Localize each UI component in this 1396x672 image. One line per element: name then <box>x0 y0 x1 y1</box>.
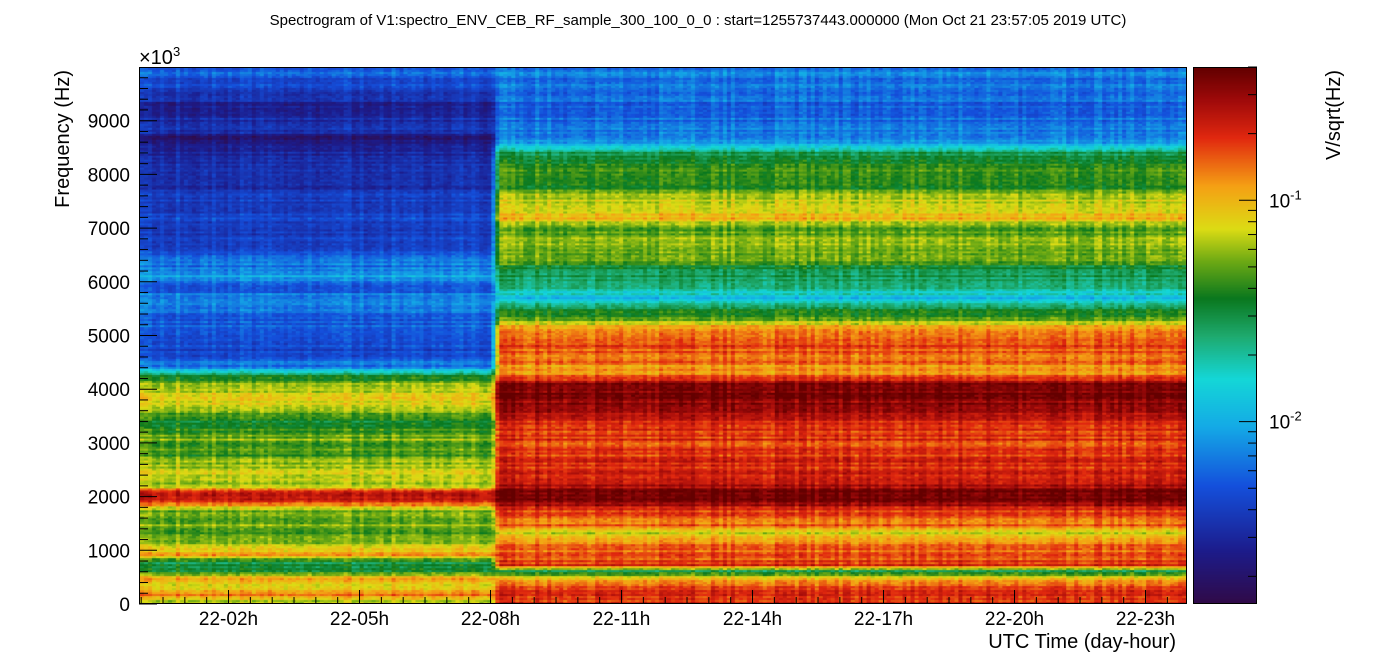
y-tick-label: 2000 <box>88 488 130 509</box>
y-tick-label: 5000 <box>88 327 130 348</box>
x-tick-label: 22-11h <box>593 609 651 630</box>
x-tick-label: 22-14h <box>723 609 782 630</box>
colorbar-tick-exponent: -2 <box>1290 409 1302 424</box>
y-axis-multiplier: ×103 <box>139 44 180 69</box>
y-axis-title: Frequency (Hz) <box>52 70 74 208</box>
x-axis-ticks: 22-02h 22-05h 22-08h 22-11h 22-14h 22-17h 22-2… <box>140 590 1175 630</box>
x-tick-label: 22-20h <box>985 609 1044 630</box>
colorbar-tick-base: 10 <box>1269 191 1290 212</box>
y-tick-label: 4000 <box>88 380 130 401</box>
x-tick-label: 22-17h <box>854 609 913 630</box>
y-tick-label: 6000 <box>88 273 130 294</box>
y-tick-label: 0 <box>119 595 130 616</box>
colorbar-tick-base: 10 <box>1269 413 1290 434</box>
y-tick-label: 8000 <box>88 165 130 186</box>
x-axis-title: UTC Time (day-hour) <box>988 631 1176 653</box>
x-tick-label: 22-08h <box>461 609 520 630</box>
y-tick-label: 9000 <box>88 112 130 133</box>
y-axis-multiplier-exponent: 3 <box>173 44 180 59</box>
colorbar-tick-label: 10-1 <box>1269 187 1302 212</box>
chart-axes: 22-02h 22-05h 22-08h 22-11h 22-14h 22-17h 22-2… <box>52 44 1345 653</box>
x-tick-label: 22-02h <box>199 609 258 630</box>
y-tick-label: 7000 <box>88 219 130 240</box>
colorbar-axis-title: V/sqrt(Hz) <box>1323 70 1345 160</box>
y-tick-label: 3000 <box>88 434 130 455</box>
y-axis-ticks: 0 1000 2000 3000 4000 5000 6000 7000 8000 9000 <box>88 77 157 616</box>
colorbar-tick-exponent: -1 <box>1290 187 1302 202</box>
colorbar-tick-label: 10-2 <box>1269 409 1302 434</box>
x-tick-label: 22-05h <box>330 609 389 630</box>
y-axis-multiplier-base: ×10 <box>139 47 173 69</box>
colorbar-ticks: 10-110-2 <box>1239 66 1302 577</box>
x-tick-label: 22-23h <box>1116 609 1175 630</box>
y-tick-label: 1000 <box>88 541 130 562</box>
